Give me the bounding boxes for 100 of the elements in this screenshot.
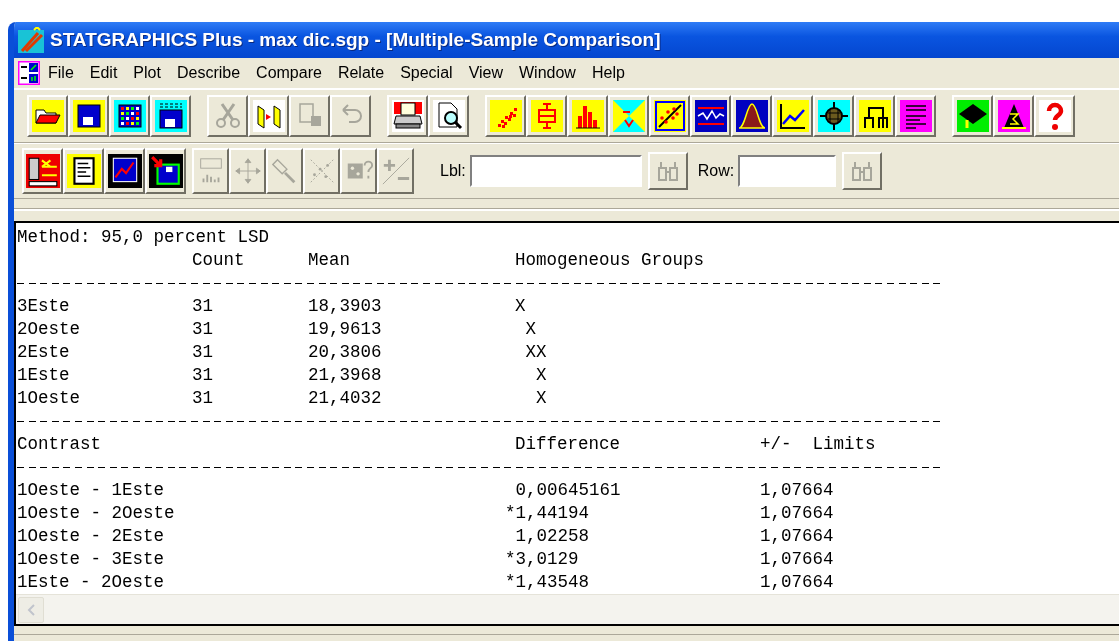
table-cell: 1Oeste - 2Oeste [17,502,175,525]
table-cell: 31 [192,341,213,364]
column-header: +/- Limits [760,433,876,456]
box-plot-icon [530,100,563,132]
model-lines-icon [899,100,932,132]
print-preview-icon [432,100,465,132]
method-text: Method: 95,0 percent LSD [17,226,270,249]
table-cell: 3Este [17,295,70,318]
table-cell: 1Oeste - 3Este [17,548,165,571]
grid-icon [113,100,146,132]
table-cell-text: X [535,364,547,387]
column-header: Mean [308,249,350,272]
regression-plot-icon [653,100,686,132]
toolbar-button[interactable] [813,95,854,137]
table-cell: 1Oeste - 1Este [17,479,165,502]
toolbar-button[interactable] [993,95,1034,137]
table-cell-text: X [535,387,547,410]
table-cell-text: 0,00645161 [514,479,621,502]
menu-item[interactable]: Window [511,62,584,84]
document-icon [66,154,101,188]
input-field[interactable] [738,155,837,187]
folder-icon [31,100,64,132]
column-header: Difference [515,433,621,456]
table-cell: 2Este [17,341,70,364]
table-cell: 2Oeste [17,318,80,341]
toolbar-button[interactable] [690,95,731,137]
help-icon [1038,100,1071,132]
table-cell: 19,9613 [308,318,382,341]
move-icon [232,156,263,186]
menu-item[interactable]: File [40,62,82,84]
toolbar-button[interactable] [952,95,993,137]
table-cell: *1,44194 [505,502,589,525]
table-cell: 1,07664 [760,479,834,502]
document-window-icon[interactable] [18,61,40,85]
line-chart-icon [776,100,809,132]
toolbar-button[interactable] [68,95,109,137]
advisor-icon [25,154,60,188]
table-cell: 20,3806 [308,341,382,364]
table-cell: 21,4032 [308,387,382,410]
menu-item[interactable]: Special [392,62,461,84]
field-label: Row: [697,162,735,180]
crosshair-icon [817,100,850,132]
statistics-icon [612,100,645,132]
toolbar-button[interactable] [731,95,772,137]
printer-icon [391,100,424,132]
table-cell: 18,3903 [308,295,382,318]
table-cell: 31 [192,387,213,410]
plus-minus-icon [380,156,411,186]
app-logo-icon [18,27,44,53]
table-cell: *3,0129 [505,548,579,571]
toolbar-button[interactable] [63,148,104,194]
table-cell: 21,3968 [308,364,382,387]
bell-curve-icon [735,100,768,132]
menu-item[interactable]: Relate [329,62,393,84]
toolbar-button[interactable] [649,95,690,137]
toolbar-button[interactable] [150,95,191,137]
dendrogram-icon [858,100,891,132]
table-cell: 1,07664 [760,502,834,525]
input-field[interactable] [469,155,642,187]
table-cell: 1Oeste - 2Este [17,525,165,548]
graduation-cap-icon [956,100,989,132]
table-cell: X [515,295,526,318]
toolbar-button[interactable] [145,148,186,194]
table-cell-text: 1,02258 [514,525,589,548]
histogram-icon [571,100,604,132]
toolbar-button[interactable] [854,95,895,137]
menu-item[interactable]: Describe [168,62,249,84]
menu-item[interactable]: Plot [125,62,169,84]
table-cell: 31 [192,295,213,318]
column-header: Homogeneous Groups [515,249,705,272]
table-cell: 1Este - 2Oeste [17,571,165,594]
toolbar-button[interactable] [895,95,936,137]
toolbar-button[interactable] [22,148,63,194]
menu-item[interactable]: View [460,62,511,84]
table-cell: 1,07664 [760,571,834,594]
toolbar-button[interactable] [387,95,428,137]
table-cell: 31 [192,318,213,341]
table-cell: 1,07664 [760,548,834,571]
table-cell: 1Este [17,364,70,387]
table-cell-text: X [524,318,536,341]
toolbar-button[interactable] [109,95,150,137]
panels-icon [252,100,285,132]
toolbar-button[interactable] [772,95,813,137]
table-cell: 1Oeste [17,387,80,410]
menu-item[interactable]: Edit [81,62,126,84]
binoculars-icon [851,160,874,182]
wizard-hat-icon [997,100,1030,132]
toolbar-button[interactable] [428,95,469,137]
field-label: Lbl: [440,162,466,180]
menu-item[interactable]: Help [583,62,633,84]
window-title: STATGRAPHICS Plus - max dic.sgp - [Multiple-Sample Comparison] [50,29,661,51]
scatter-plot-icon [489,100,522,132]
column-header: Contrast [17,433,101,456]
table-cell: *1,43548 [505,571,589,594]
save-pane-icon [148,154,183,188]
table-cell-text: XX [524,341,547,364]
control-chart-icon [694,100,727,132]
toolbar-button[interactable] [104,148,145,194]
menu-item[interactable]: Compare [248,62,330,84]
toolbar-button[interactable] [27,95,68,137]
